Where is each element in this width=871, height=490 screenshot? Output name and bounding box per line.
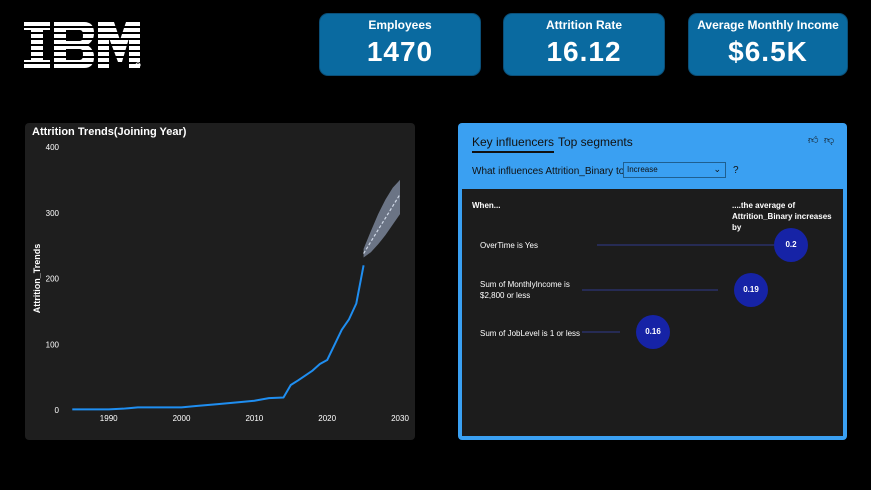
y-tick-label: 200: [46, 275, 60, 284]
chevron-down-icon: ⌄: [713, 164, 721, 174]
factor-label: $2,800 or less: [480, 291, 531, 300]
tab-key-influencers[interactable]: Key influencers: [472, 135, 555, 153]
factor-label: Sum of JobLevel is 1 or less: [480, 329, 581, 338]
kpi-value: $6.5K: [728, 36, 808, 67]
factor-label: OverTime is Yes: [480, 241, 538, 250]
kpi-label: Employees: [368, 18, 432, 32]
kpi-card-employees: Employees 1470: [320, 14, 480, 75]
kpi-label: Attrition Rate: [546, 18, 622, 32]
ibm-logo: [22, 22, 142, 68]
kpi-card-average-monthly-income: Average Monthly Income $6.5K: [689, 14, 847, 75]
influencer-factor-overtime[interactable]: OverTime is Yes: [480, 240, 538, 251]
kpi-label: Average Monthly Income: [697, 18, 839, 32]
attrition-trends-chart: 0 100 200 300 400 1990 2000 2010 2020 2030 Attriti…: [32, 143, 409, 423]
influencer-value-bubble[interactable]: 0.16: [636, 315, 670, 349]
kpi-card-attrition-rate: Attrition Rate 16.12: [504, 14, 664, 75]
x-tick-label: 1990: [100, 414, 118, 423]
attrition-trends-chart-card[interactable]: Attrition Trends(Joining Year) 0 100 200 30…: [25, 123, 415, 440]
y-tick-label: 400: [46, 143, 60, 152]
x-tick-label: 2020: [318, 414, 336, 423]
y-axis-label: Attrition_Trends: [32, 244, 42, 314]
forecast-confidence-band: [363, 179, 400, 258]
kpi-value: 16.12: [546, 36, 622, 67]
x-tick-label: 2010: [245, 414, 263, 423]
y-tick-label: 0: [55, 406, 60, 415]
influencer-connectors: [582, 244, 774, 333]
tab-top-segments[interactable]: Top segments: [558, 135, 633, 149]
key-influencers-card: Key influencers Top segments 👍︎ 👎︎ What …: [458, 123, 847, 440]
attrition-trend-line: [72, 265, 365, 411]
thumbs-down-icon[interactable]: 👎︎: [824, 134, 834, 146]
influencer-factor-job-level[interactable]: Sum of JobLevel is 1 or less: [480, 328, 580, 339]
x-tick-label: 2000: [173, 414, 191, 423]
y-tick-label: 300: [46, 209, 60, 218]
thumbs-up-icon[interactable]: 👍︎: [808, 134, 818, 146]
question-mark: ?: [733, 165, 739, 176]
dropdown-value: Increase: [627, 165, 658, 174]
increase-dropdown[interactable]: Increase ⌄: [623, 162, 726, 178]
influencer-factor-monthly-income[interactable]: Sum of MonthlyIncome is $2,800 or less: [480, 279, 570, 301]
x-tick-label: 2030: [391, 414, 409, 423]
influencer-question: What influences Attrition_Binary to: [472, 166, 625, 177]
factor-label: Sum of MonthlyIncome is: [480, 280, 570, 289]
influencer-value-bubble[interactable]: 0.19: [734, 273, 768, 307]
kpi-value: 1470: [366, 36, 434, 67]
y-tick-label: 100: [46, 340, 60, 349]
influencers-panel: When... ....the average of Attrition_Bin…: [462, 189, 843, 436]
influencer-value-bubble[interactable]: 0.2: [774, 228, 808, 262]
